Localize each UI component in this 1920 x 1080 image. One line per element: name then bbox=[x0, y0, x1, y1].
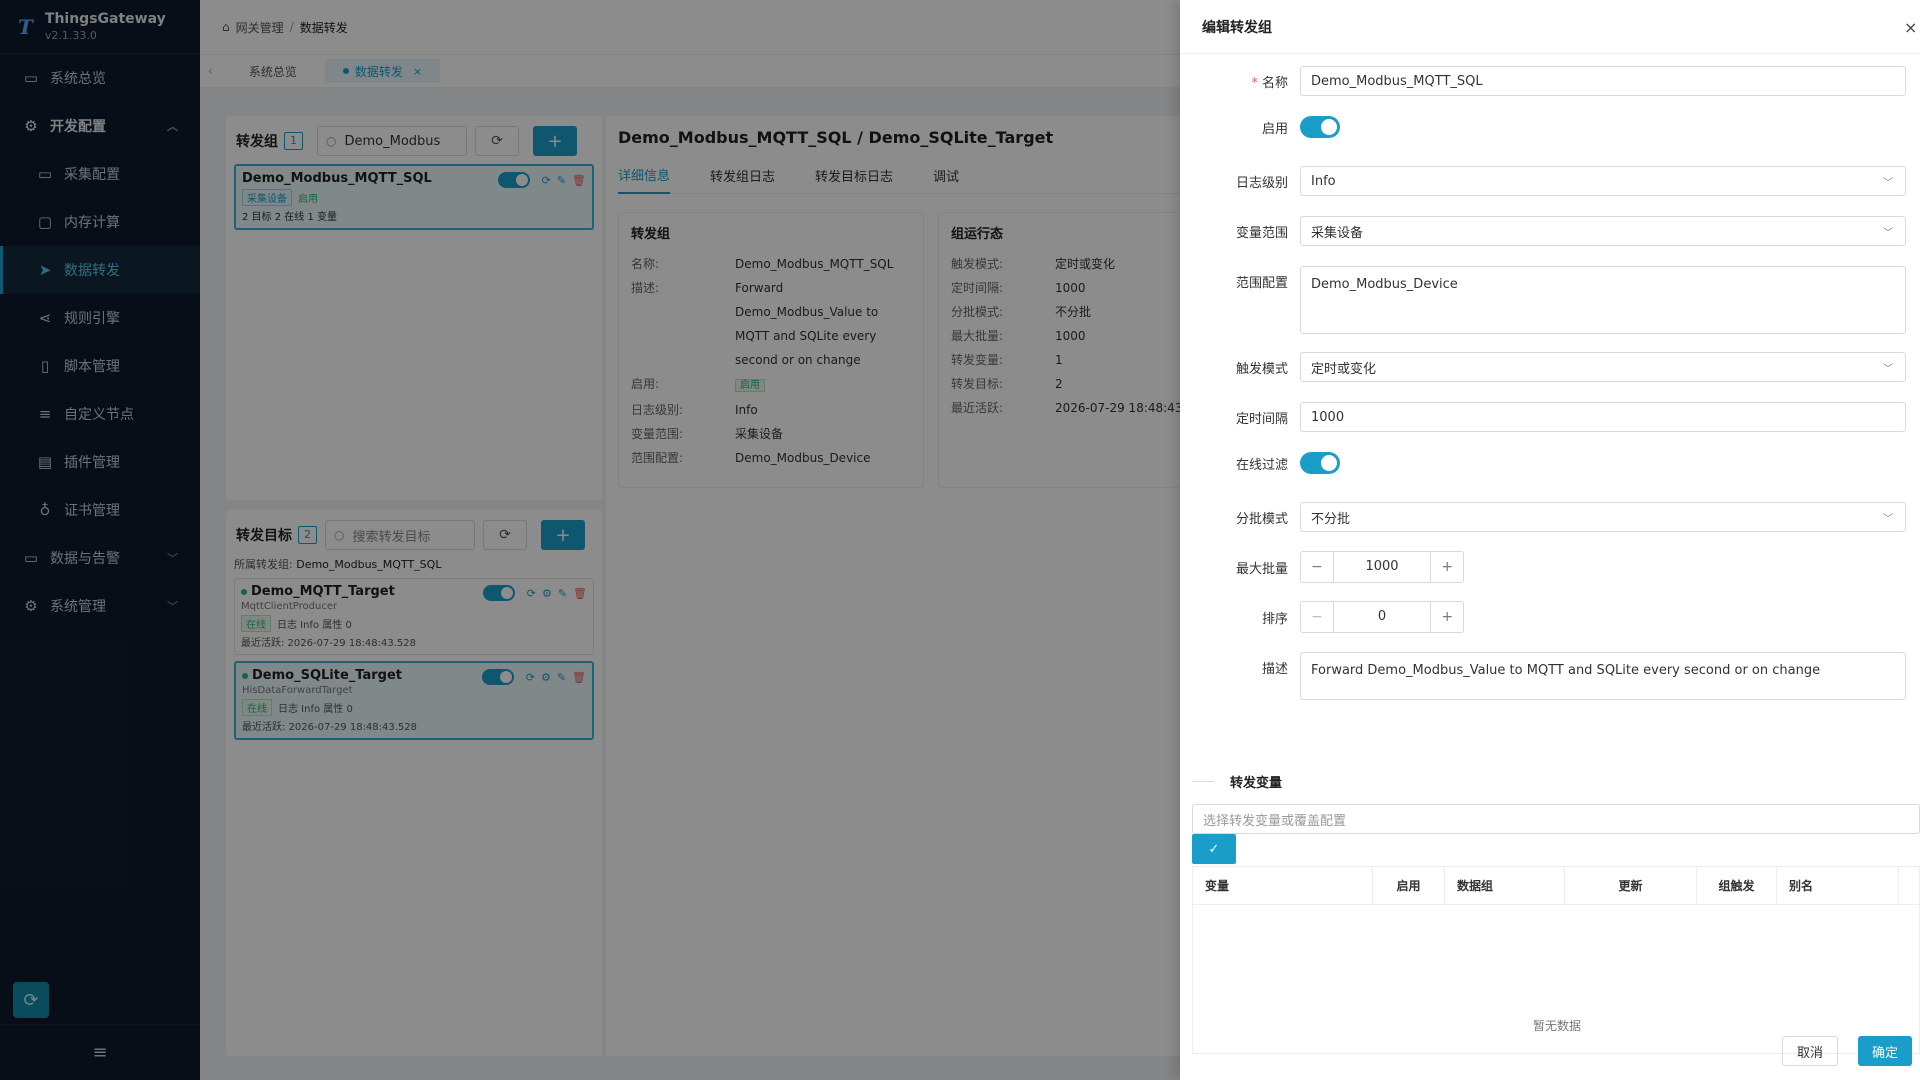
plus-icon[interactable]: + bbox=[1431, 609, 1463, 625]
batch-mode-select[interactable]: 不分批 ﹀ bbox=[1300, 502, 1906, 532]
minus-icon[interactable]: − bbox=[1301, 609, 1333, 625]
sort-value[interactable]: 0 bbox=[1332, 602, 1432, 632]
close-icon[interactable]: × bbox=[1904, 18, 1920, 37]
name-input[interactable]: Demo_Modbus_MQTT_SQL bbox=[1300, 66, 1906, 96]
table-header: 变量 启用 数据组 更新 组触发 别名 bbox=[1193, 866, 1919, 905]
confirm-button[interactable]: 确定 bbox=[1857, 1036, 1912, 1066]
forward-vars-section: 转发变量 bbox=[1180, 772, 1920, 791]
edit-group-drawer: 编辑转发组 × * 名称 Demo_Modbus_MQTT_SQL 启用 日志级别… bbox=[1180, 0, 1920, 1080]
scope-select[interactable]: 采集设备 ﹀ bbox=[1300, 216, 1906, 246]
cancel-button[interactable]: 取消 bbox=[1781, 1036, 1838, 1066]
trigger-mode-select[interactable]: 定时或变化 ﹀ bbox=[1300, 352, 1906, 382]
plus-icon[interactable]: + bbox=[1431, 559, 1463, 575]
drawer-title: 编辑转发组 bbox=[1202, 19, 1272, 36]
drawer-header: 编辑转发组 × bbox=[1180, 0, 1920, 54]
max-batch-value[interactable]: 1000 bbox=[1332, 552, 1432, 582]
log-level-select[interactable]: Info ﹀ bbox=[1300, 166, 1906, 196]
chevron-down-icon: ﹀ bbox=[1883, 177, 1893, 189]
scope-config-textarea[interactable]: Demo_Modbus_Device bbox=[1300, 266, 1906, 334]
check-icon: ✓ bbox=[1208, 841, 1220, 857]
sort-stepper: − 0 + bbox=[1300, 601, 1464, 633]
max-batch-stepper: − 1000 + bbox=[1300, 551, 1464, 583]
online-filter-toggle[interactable] bbox=[1300, 452, 1340, 474]
drawer-footer: 取消 确定 bbox=[1180, 1022, 1920, 1080]
chevron-down-icon: ﹀ bbox=[1883, 363, 1893, 375]
confirm-variable-button[interactable]: ✓ bbox=[1192, 834, 1236, 864]
modal-overlay[interactable] bbox=[0, 0, 1180, 1080]
description-textarea[interactable]: Forward Demo_Modbus_Value to MQTT and SQ… bbox=[1300, 652, 1906, 700]
chevron-down-icon: ﹀ bbox=[1883, 227, 1893, 239]
chevron-down-icon: ﹀ bbox=[1883, 513, 1893, 525]
interval-input[interactable]: 1000 bbox=[1300, 402, 1906, 432]
minus-icon[interactable]: − bbox=[1301, 559, 1333, 575]
enable-toggle[interactable] bbox=[1300, 116, 1340, 138]
variable-select-input[interactable]: 选择转发变量或覆盖配置 bbox=[1192, 804, 1920, 834]
